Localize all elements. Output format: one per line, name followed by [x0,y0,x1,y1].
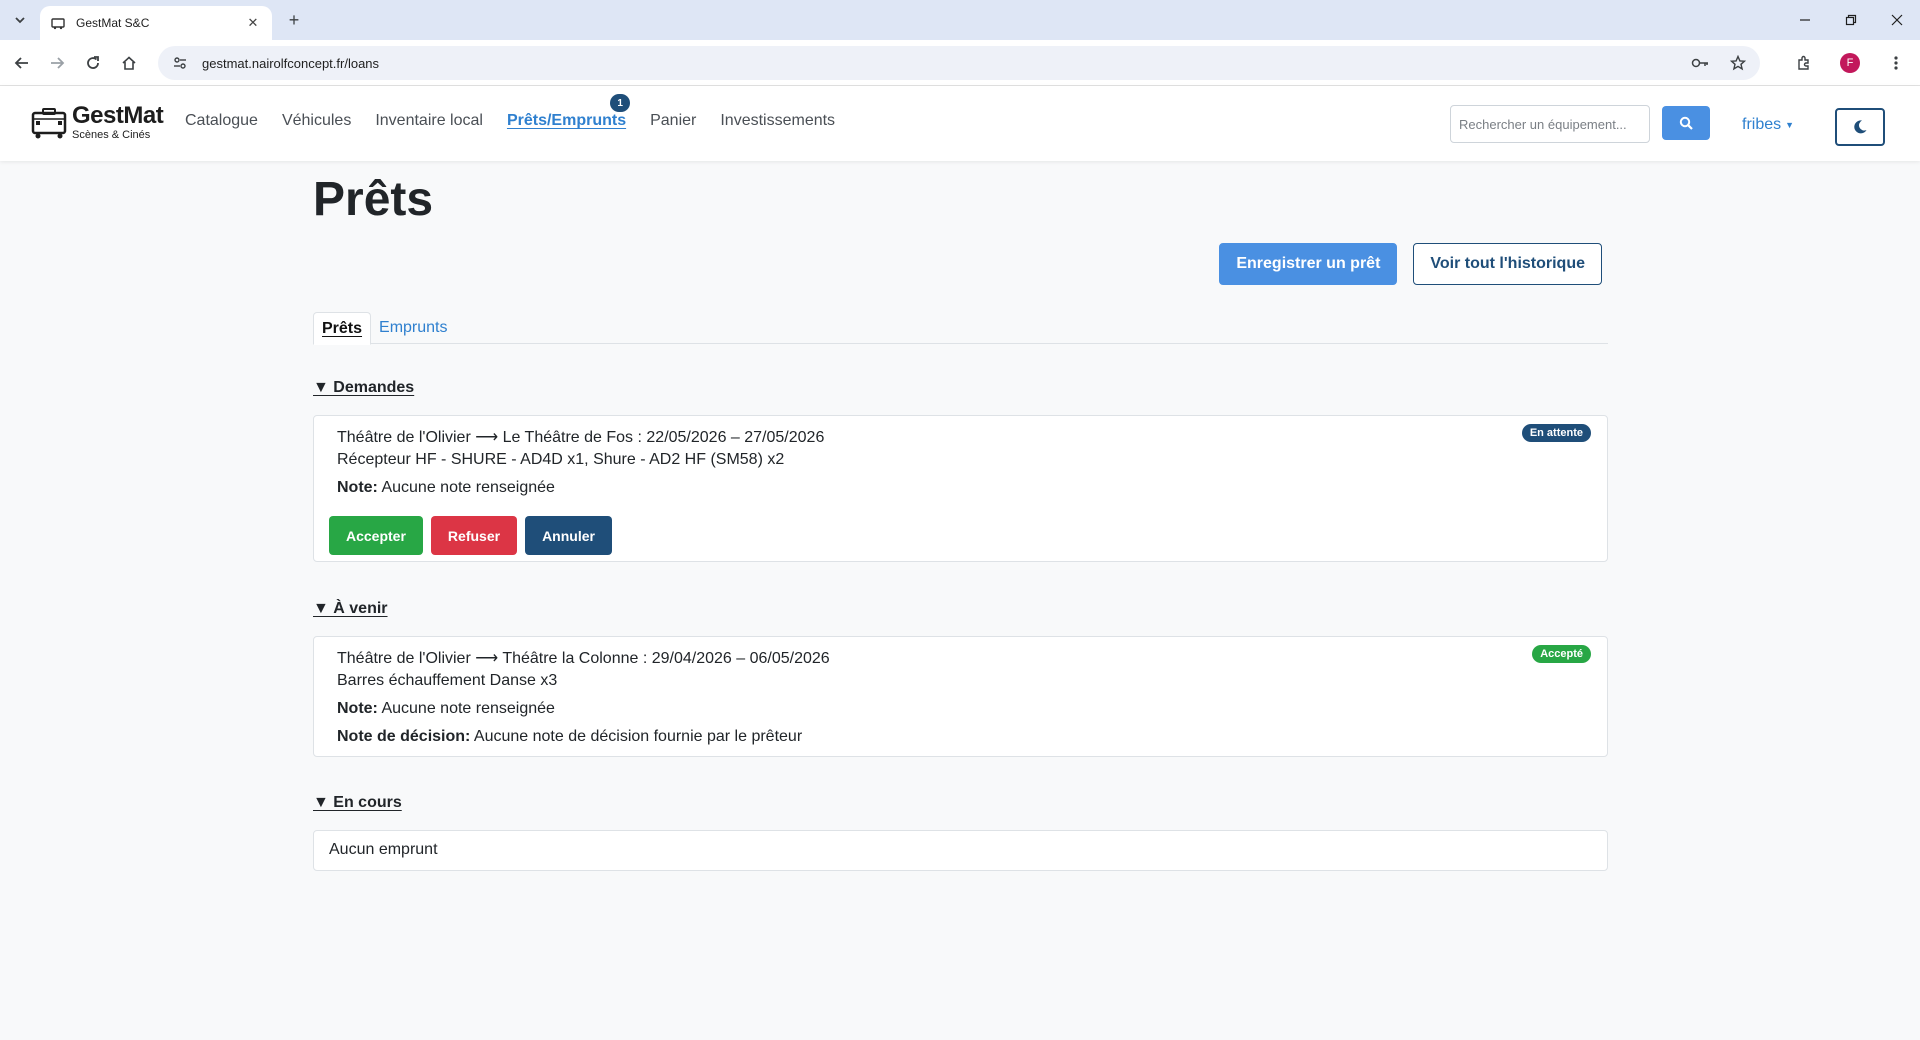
status-badge: Accepté [1532,645,1591,663]
app-navbar: GestMat Scènes & Cinés Catalogue Véhicul… [0,86,1920,161]
section-a-venir-toggle[interactable]: ▼ À venir [313,600,388,618]
current-loans-card: Aucun emprunt [313,830,1608,871]
brand-name: GestMat [72,102,164,129]
extensions-icon[interactable] [1790,49,1818,77]
tab-emprunts[interactable]: Emprunts [371,312,455,344]
brand-subtitle: Scènes & Cinés [72,129,151,141]
note-value: Aucune note renseignée [381,479,555,496]
loan-note: Note: Aucune note renseignée [337,700,555,718]
caret-down-icon: ▼ [1785,120,1795,130]
restore-icon[interactable] [1828,0,1874,40]
minimize-icon[interactable] [1782,0,1828,40]
refuse-button[interactable]: Refuser [430,516,518,555]
note-label: Note: [337,700,378,717]
loan-route: Théâtre de l'Olivier ⟶ Le Théâtre de Fos… [337,429,825,446]
username: fribes [1742,116,1782,133]
home-icon[interactable] [115,49,143,77]
loan-items: Récepteur HF - SHURE - AD4D x1, Shure - … [337,451,785,468]
close-window-icon[interactable] [1874,0,1920,40]
note-value: Aucune note renseignée [381,700,555,717]
tab-prets[interactable]: Prêts [313,312,372,345]
nav-prets-emprunts[interactable]: Prêts/Emprunts 1 [506,94,631,130]
page-title: Prêts [313,173,434,226]
nav-inventaire-local[interactable]: Inventaire local [375,112,483,130]
nav-vehicules[interactable]: Véhicules [282,112,351,130]
bookmark-star-icon[interactable] [1728,53,1748,73]
section-demandes-toggle[interactable]: ▼ Demandes [313,379,414,397]
profile-avatar-icon[interactable]: F [1836,49,1864,77]
page-actions: Enregistrer un prêt Voir tout l'historiq… [1219,243,1602,285]
nav-investissements[interactable]: Investissements [720,112,835,130]
request-card: Théâtre de l'Olivier ⟶ Le Théâtre de Fos… [313,415,1608,562]
browser-tab-active[interactable]: GestMat S&C ✕ [40,6,272,40]
moon-icon [1854,120,1867,134]
forward-icon[interactable] [43,49,71,77]
decision-label: Note de décision: [337,728,471,745]
loan-route: Théâtre de l'Olivier ⟶ Théâtre la Colonn… [337,650,830,667]
section-en-cours-toggle[interactable]: ▼ En cours [313,794,402,812]
password-key-icon[interactable] [1690,53,1710,73]
dark-mode-toggle[interactable] [1835,108,1885,146]
empty-state-text: Aucun emprunt [329,841,438,858]
site-info-icon[interactable] [170,53,190,73]
browser-menu-icon[interactable] [1882,49,1910,77]
loan-items: Barres échauffement Danse x3 [337,672,558,689]
view-history-button[interactable]: Voir tout l'historique [1413,243,1602,285]
address-bar[interactable]: gestmat.nairolfconcept.fr/loans [158,46,1760,80]
loan-note: Note: Aucune note renseignée [337,479,555,497]
tab-search-chevron-icon[interactable] [8,9,32,31]
accept-button[interactable]: Accepter [329,516,423,555]
nav-catalogue[interactable]: Catalogue [185,112,258,130]
upcoming-loan-card: Théâtre de l'Olivier ⟶ Théâtre la Colonn… [313,636,1608,757]
loans-tabs: Prêts Emprunts [313,312,1608,345]
search-icon [1679,116,1693,130]
note-label: Note: [337,479,378,496]
tab-title: GestMat S&C [76,16,150,30]
nav-prets-emprunts-label: Prêts/Emprunts [506,112,627,129]
brand-logo-link[interactable]: GestMat Scènes & Cinés [30,102,164,141]
back-icon[interactable] [8,49,36,77]
cancel-button[interactable]: Annuler [525,516,612,555]
request-actions: Accepter Refuser Annuler [329,516,612,555]
equipment-search-input[interactable] [1450,105,1650,143]
user-menu-dropdown[interactable]: fribes ▼ [1742,116,1794,134]
main-nav: Catalogue Véhicules Inventaire local Prê… [185,94,835,130]
profile-initial: F [1840,53,1860,73]
window-controls [1782,0,1920,40]
browser-tabstrip: GestMat S&C ✕ + [0,0,1920,40]
register-loan-button[interactable]: Enregistrer un prêt [1219,243,1398,285]
search-button[interactable] [1662,106,1710,140]
favicon-icon [50,15,66,31]
tab-close-icon[interactable]: ✕ [244,15,262,31]
url-text: gestmat.nairolfconcept.fr/loans [202,55,380,71]
new-tab-icon[interactable]: + [282,9,306,31]
status-badge: En attente [1521,424,1591,442]
decision-value: Aucune note de décision fournie par le p… [473,728,803,745]
decision-note: Note de décision: Aucune note de décisio… [337,728,802,746]
browser-toolbar: gestmat.nairolfconcept.fr/loans F [0,40,1920,86]
nav-panier[interactable]: Panier [650,112,696,130]
reload-icon[interactable] [79,49,107,77]
flight-case-logo-icon [31,107,67,138]
notification-badge: 1 [610,94,631,112]
